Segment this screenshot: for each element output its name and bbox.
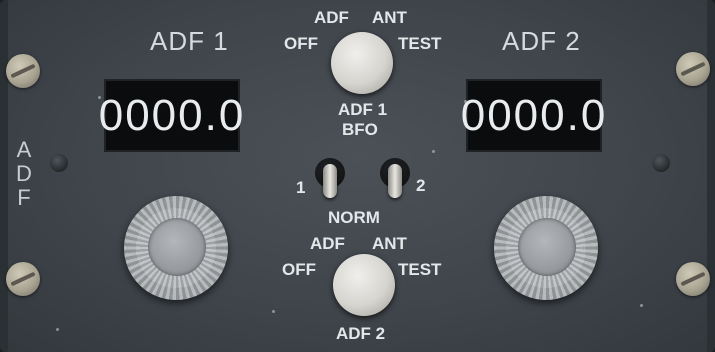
selector2-off-label: OFF <box>282 260 316 279</box>
adf1-frequency-tuning-knob[interactable] <box>124 196 228 300</box>
side-label-letter: F <box>17 185 31 210</box>
wear-mark <box>432 150 435 153</box>
wear-mark <box>640 304 643 307</box>
selector2-caption: ADF 2 <box>336 324 386 343</box>
selector2-adf-label: ADF <box>310 234 345 253</box>
mounting-screw-icon <box>676 262 710 296</box>
selector2-ant-label: ANT <box>372 234 407 253</box>
adf2-frequency-display: 0000.0 <box>461 79 605 152</box>
wear-mark <box>272 310 275 313</box>
selector1-off-label: OFF <box>284 34 318 53</box>
side-label-letter: A <box>16 137 32 162</box>
adf1-knob-cap[interactable] <box>148 218 206 276</box>
adf2-frequency-tuning-knob[interactable] <box>494 196 598 300</box>
bfo-caption: BFO <box>342 120 378 139</box>
adf2-title: ADF 2 <box>502 26 581 56</box>
bfo-switch-2[interactable] <box>388 164 402 198</box>
side-label-adf: A D F <box>14 138 34 210</box>
selector1-test-label: TEST <box>398 34 442 53</box>
bfo-switch-1[interactable] <box>323 164 337 198</box>
adf2-mode-selector-knob[interactable] <box>329 250 399 320</box>
bfo-switch-1-label: 1 <box>296 178 306 197</box>
wear-mark <box>464 100 467 103</box>
wear-mark <box>98 96 101 99</box>
bfo-switch-2-label: 2 <box>416 176 426 195</box>
bfo-norm-label: NORM <box>328 208 380 227</box>
mounting-screw-icon <box>6 262 40 296</box>
panel-pin-icon <box>652 154 670 172</box>
adf1-frequency-display: 0000.0 <box>99 79 243 152</box>
side-label-letter: D <box>16 161 32 186</box>
selector1-caption: ADF 1 <box>338 100 388 119</box>
mounting-screw-icon <box>6 54 40 88</box>
selector2-test-label: TEST <box>398 260 442 279</box>
panel-right-edge <box>707 0 715 352</box>
wear-mark <box>56 328 59 331</box>
adf1-title: ADF 1 <box>150 26 229 56</box>
panel-left-edge <box>0 0 8 352</box>
adf1-mode-selector-knob[interactable] <box>327 28 397 98</box>
selector1-ant-label: ANT <box>372 8 407 27</box>
adf-control-panel: A D F ADF 1 0000.0 ADF 2 0000.0 ADF ANT … <box>0 0 715 352</box>
mounting-screw-icon <box>676 52 710 86</box>
selector1-adf-label: ADF <box>314 8 349 27</box>
panel-pin-icon <box>50 154 68 172</box>
adf2-knob-cap[interactable] <box>518 218 576 276</box>
